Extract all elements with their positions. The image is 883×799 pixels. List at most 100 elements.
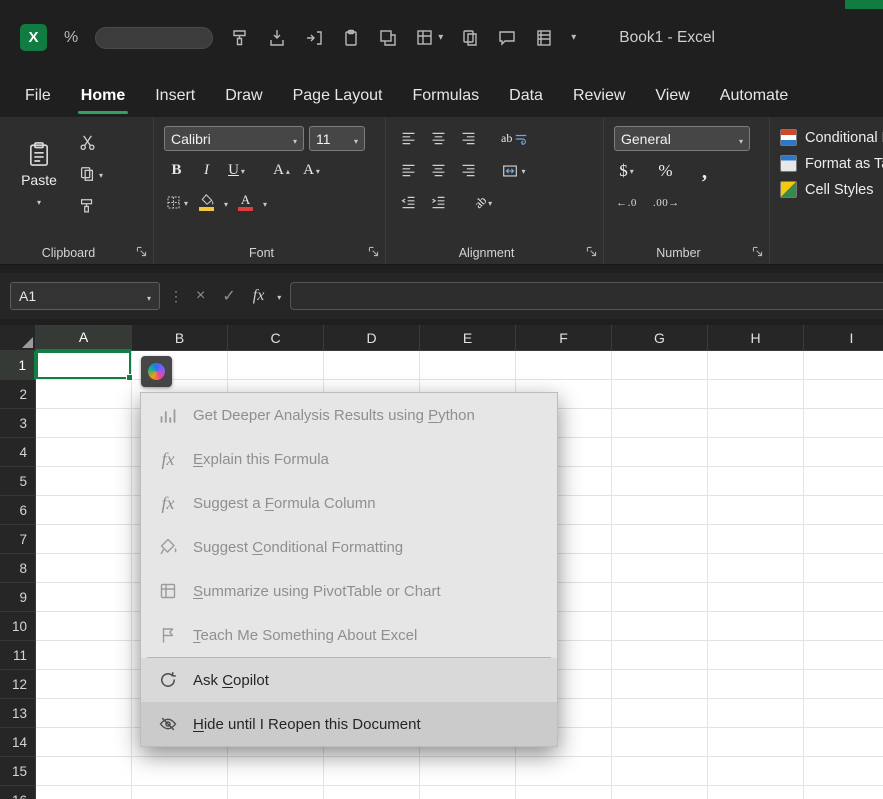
- cell-H15[interactable]: [708, 757, 804, 786]
- clipboard-icon[interactable]: [341, 28, 361, 48]
- menu-item-ask-copilot[interactable]: Ask Copilot: [141, 658, 557, 702]
- cell-I4[interactable]: [804, 438, 883, 467]
- cell-H10[interactable]: [708, 612, 804, 641]
- tab-review[interactable]: Review: [562, 75, 636, 117]
- cell-A10[interactable]: [36, 612, 132, 641]
- cell-D1[interactable]: [324, 351, 420, 380]
- cell-H11[interactable]: [708, 641, 804, 670]
- copy-icon[interactable]: [460, 28, 480, 48]
- row-header-10[interactable]: 10: [0, 612, 36, 641]
- cell-G5[interactable]: [612, 467, 708, 496]
- insert-table-chevron[interactable]: [438, 32, 443, 43]
- cell-E1[interactable]: [420, 351, 516, 380]
- cell-I8[interactable]: [804, 554, 883, 583]
- wrap-text-button[interactable]: ab: [501, 126, 528, 151]
- insert-function-button[interactable]: fx: [249, 287, 269, 305]
- comment-icon[interactable]: [497, 28, 517, 48]
- select-all-button[interactable]: [0, 325, 36, 351]
- cell-H1[interactable]: [708, 351, 804, 380]
- paste-button[interactable]: Paste: [10, 126, 68, 222]
- cell-G15[interactable]: [612, 757, 708, 786]
- column-header-I[interactable]: I: [804, 325, 883, 351]
- cut-button[interactable]: [78, 130, 103, 154]
- cell-G1[interactable]: [612, 351, 708, 380]
- row-header-3[interactable]: 3: [0, 409, 36, 438]
- copy-chevron[interactable]: [99, 165, 103, 183]
- row-header-12[interactable]: 12: [0, 670, 36, 699]
- cell-I1[interactable]: [804, 351, 883, 380]
- cell-A2[interactable]: [36, 380, 132, 409]
- cell-A7[interactable]: [36, 525, 132, 554]
- cell-A8[interactable]: [36, 554, 132, 583]
- tab-formulas[interactable]: Formulas: [401, 75, 490, 117]
- bottom-align-button[interactable]: [456, 126, 481, 151]
- cell-A14[interactable]: [36, 728, 132, 757]
- cell-A13[interactable]: [36, 699, 132, 728]
- borders-button[interactable]: [164, 190, 189, 215]
- cell-A12[interactable]: [36, 670, 132, 699]
- cell-C16[interactable]: [228, 786, 324, 799]
- orientation-button[interactable]: ab: [471, 190, 496, 215]
- row-header-2[interactable]: 2: [0, 380, 36, 409]
- tab-data[interactable]: Data: [498, 75, 554, 117]
- cell-G14[interactable]: [612, 728, 708, 757]
- format-as-table-button[interactable]: Format as Table: [780, 155, 883, 172]
- cell-A4[interactable]: [36, 438, 132, 467]
- formula-bar-chevron[interactable]: [277, 287, 281, 305]
- cell-I10[interactable]: [804, 612, 883, 641]
- copilot-cell-button[interactable]: [141, 356, 172, 387]
- top-align-button[interactable]: [396, 126, 421, 151]
- alignment-dialog-launcher[interactable]: [585, 245, 598, 258]
- cell-I6[interactable]: [804, 496, 883, 525]
- increase-decimal-button[interactable]: ←.0: [614, 190, 639, 215]
- italic-button[interactable]: I: [194, 158, 219, 183]
- insert-cells-icon[interactable]: [304, 28, 324, 48]
- row-header-8[interactable]: 8: [0, 554, 36, 583]
- formula-input[interactable]: [290, 282, 883, 310]
- column-header-A[interactable]: A: [36, 325, 132, 351]
- cell-B15[interactable]: [132, 757, 228, 786]
- font-color-button[interactable]: A: [233, 190, 258, 215]
- cell-H5[interactable]: [708, 467, 804, 496]
- decrease-font-button[interactable]: A: [299, 158, 324, 183]
- cell-H6[interactable]: [708, 496, 804, 525]
- cell-G13[interactable]: [612, 699, 708, 728]
- cell-H14[interactable]: [708, 728, 804, 757]
- cell-I7[interactable]: [804, 525, 883, 554]
- cell-F15[interactable]: [516, 757, 612, 786]
- fill-color-chevron[interactable]: [224, 194, 228, 212]
- cell-H9[interactable]: [708, 583, 804, 612]
- cell-G9[interactable]: [612, 583, 708, 612]
- cell-D16[interactable]: [324, 786, 420, 799]
- row-header-4[interactable]: 4: [0, 438, 36, 467]
- font-color-chevron[interactable]: [263, 194, 267, 212]
- copy-button[interactable]: [78, 162, 103, 186]
- cell-I14[interactable]: [804, 728, 883, 757]
- cell-H13[interactable]: [708, 699, 804, 728]
- align-center-button[interactable]: [426, 158, 451, 183]
- increase-indent-button[interactable]: [426, 190, 451, 215]
- cell-G12[interactable]: [612, 670, 708, 699]
- tab-file[interactable]: File: [14, 75, 62, 117]
- comma-style-button[interactable]: ,: [692, 158, 717, 183]
- cell-I13[interactable]: [804, 699, 883, 728]
- quick-search-pill[interactable]: [95, 26, 214, 49]
- name-box-resizer[interactable]: [169, 288, 183, 305]
- cell-E16[interactable]: [420, 786, 516, 799]
- row-header-6[interactable]: 6: [0, 496, 36, 525]
- cell-I3[interactable]: [804, 409, 883, 438]
- new-window-icon[interactable]: [378, 28, 398, 48]
- cell-A1[interactable]: [36, 351, 133, 381]
- account-badge[interactable]: [845, 0, 883, 9]
- excel-logo[interactable]: [20, 24, 47, 51]
- cell-G7[interactable]: [612, 525, 708, 554]
- tab-draw[interactable]: Draw: [214, 75, 273, 117]
- cell-A3[interactable]: [36, 409, 132, 438]
- cell-H16[interactable]: [708, 786, 804, 799]
- cell-A6[interactable]: [36, 496, 132, 525]
- conditional-formatting-button[interactable]: Conditional Formatting: [780, 129, 883, 146]
- paste-down-icon[interactable]: [267, 28, 287, 48]
- cell-I15[interactable]: [804, 757, 883, 786]
- cell-G16[interactable]: [612, 786, 708, 799]
- cell-G2[interactable]: [612, 380, 708, 409]
